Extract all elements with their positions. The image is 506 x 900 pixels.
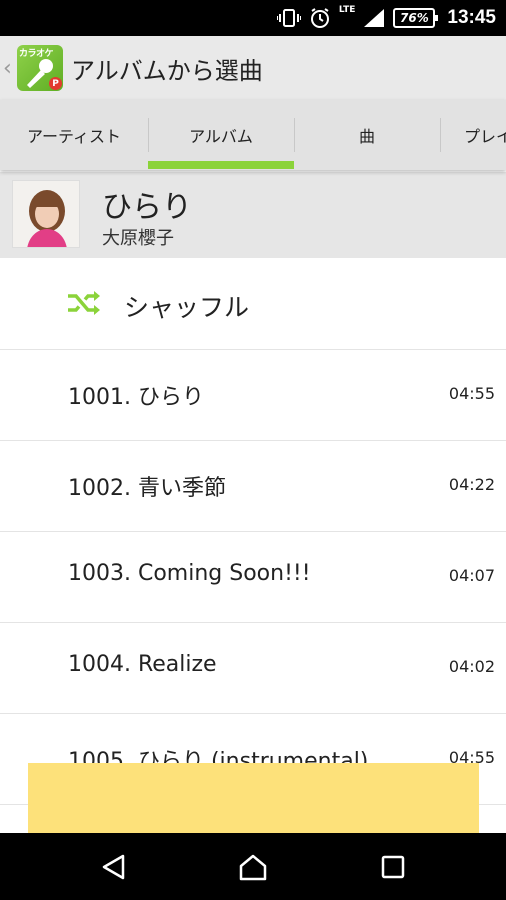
- battery-icon: 76%: [393, 8, 439, 28]
- tab-bar: アーティスト アルバム 曲 プレイ: [0, 100, 506, 170]
- nav-home-icon[interactable]: [213, 833, 293, 900]
- page-title: アルバムから選曲: [71, 56, 263, 85]
- signal-icon: [363, 7, 385, 29]
- back-chevron-icon[interactable]: ‹: [3, 56, 17, 81]
- ad-banner[interactable]: [28, 763, 479, 833]
- shuffle-icon: [66, 289, 102, 321]
- lte-indicator: LTE: [338, 5, 356, 15]
- app-logo-badge: P: [49, 77, 62, 90]
- nav-back-icon[interactable]: [73, 833, 153, 900]
- track-duration: 04:07: [448, 566, 495, 585]
- album-artist: 大原櫻子: [102, 228, 174, 249]
- status-time: 13:45: [447, 7, 496, 28]
- track-row[interactable]: 1004. Realize 04:02: [0, 623, 506, 714]
- track-title: 1004. Realize: [68, 652, 217, 677]
- tab-playlist[interactable]: プレイ: [440, 100, 506, 170]
- album-header: ひらり 大原櫻子: [0, 172, 506, 258]
- battery-level: 76%: [400, 11, 429, 25]
- tab-album[interactable]: アルバム: [148, 100, 294, 170]
- shuffle-label: シャッフル: [124, 293, 250, 322]
- track-duration: 04:55: [448, 384, 495, 403]
- track-row[interactable]: 1003. Coming Soon!!! 04:07: [0, 532, 506, 623]
- track-title: 1002. 青い季節: [68, 476, 226, 501]
- vibrate-icon: [276, 7, 301, 29]
- status-bar: LTE 76% 13:45: [0, 0, 506, 36]
- tab-artist[interactable]: アーティスト: [0, 100, 148, 170]
- track-duration: 04:02: [448, 657, 495, 676]
- nav-recents-icon[interactable]: [353, 833, 433, 900]
- tab-song[interactable]: 曲: [294, 100, 440, 170]
- track-row[interactable]: 1001. ひらり 04:55: [0, 350, 506, 441]
- selected-tab-indicator: [148, 161, 294, 169]
- alarm-icon: [309, 7, 331, 29]
- track-row[interactable]: 1002. 青い季節 04:22: [0, 441, 506, 532]
- album-title: ひらり: [102, 190, 192, 225]
- shuffle-row[interactable]: シャッフル: [0, 258, 506, 350]
- album-cover: [12, 180, 80, 248]
- track-title: 1003. Coming Soon!!!: [68, 561, 311, 586]
- app-logo[interactable]: カラオケ P: [17, 45, 63, 91]
- track-title: 1001. ひらり: [68, 385, 204, 410]
- navigation-bar: [0, 833, 506, 900]
- app-bar: ‹ カラオケ P アルバムから選曲: [0, 36, 506, 100]
- track-duration: 04:22: [448, 475, 495, 494]
